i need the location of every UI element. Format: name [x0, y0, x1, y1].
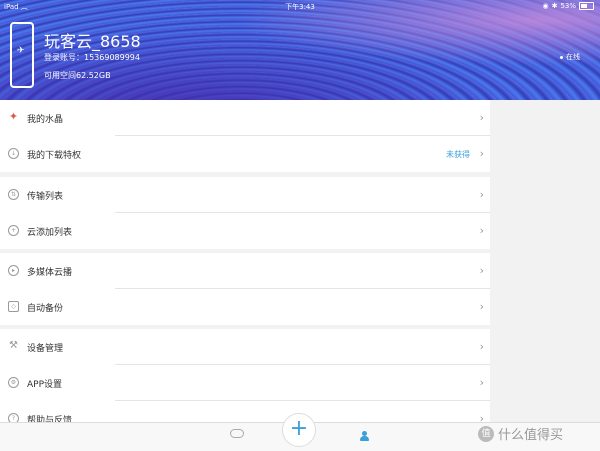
tab-profile-icon[interactable] — [360, 431, 369, 441]
backup-icon: ◇ — [8, 301, 19, 312]
menu-item-label: 我的水晶 — [27, 115, 64, 125]
menu-item-label: 帮助与反馈 — [27, 416, 73, 422]
cloud-add-icon: + — [8, 225, 19, 236]
battery-percent: 53% — [560, 2, 576, 10]
online-dot-icon — [560, 55, 563, 59]
crystal-icon: ✦ — [8, 110, 19, 123]
settings-icon: ⚙ — [8, 377, 19, 388]
menu-group-3: ▸ 多媒体云播 › ◇ 自动备份 › — [0, 253, 490, 325]
menu-item-label: 自动备份 — [27, 304, 64, 314]
menu-item-label: 设备管理 — [27, 344, 64, 354]
status-time: 下午3:43 — [285, 3, 315, 11]
menu-item-download-privilege[interactable]: ↓ 我的下载特权 未获得 › — [0, 136, 490, 172]
menu-item-app-settings[interactable]: ⚙ APP设置 › — [0, 365, 490, 401]
watermark: 值 什么值得买 — [478, 424, 563, 443]
username: 玩客云_8658 — [44, 32, 141, 51]
menu-group-4: ⚒ 设备管理 › ⚙ APP设置 › ? 帮助与反馈 › — [0, 329, 490, 422]
profile-header: iPad ︵ 下午3:43 ◉ ✱ 53% ✈ 玩客云_8658 登录账号：15… — [0, 0, 600, 100]
chevron-right-icon: › — [479, 224, 484, 237]
menu-group-2: ⇅ 传输列表 › + 云添加列表 › — [0, 177, 490, 249]
chevron-right-icon: › — [479, 340, 484, 353]
right-blank-panel — [490, 100, 600, 422]
chevron-right-icon: › — [479, 147, 484, 160]
menu-item-help-feedback[interactable]: ? 帮助与反馈 › — [0, 401, 490, 422]
device-icon: ✈ — [10, 22, 34, 88]
menu-item-label: 多媒体云播 — [27, 268, 73, 278]
storage-available: 可用空间62.52GB — [44, 71, 111, 80]
chevron-right-icon: › — [479, 376, 484, 389]
menu-item-label: 云添加列表 — [27, 228, 73, 238]
chevron-right-icon: › — [479, 188, 484, 201]
menu-item-cloud-play[interactable]: ▸ 多媒体云播 › — [0, 253, 490, 289]
menu-item-cloud-add-list[interactable]: + 云添加列表 › — [0, 213, 490, 249]
status-bar: iPad ︵ 下午3:43 ◉ ✱ 53% — [0, 0, 600, 12]
chevron-right-icon: › — [479, 264, 484, 277]
menu-group-1: ✦ 我的水晶 › ↓ 我的下载特权 未获得 › — [0, 100, 490, 172]
menu-item-device-management[interactable]: ⚒ 设备管理 › — [0, 329, 490, 365]
account-number: 登录账号：15369089994 — [44, 53, 140, 62]
menu-item-transfer-list[interactable]: ⇅ 传输列表 › — [0, 177, 490, 213]
transfer-icon: ⇅ — [8, 189, 19, 200]
menu-item-auto-backup[interactable]: ◇ 自动备份 › — [0, 289, 490, 325]
watermark-logo-icon: 值 — [478, 425, 494, 442]
privilege-status-badge: 未获得 — [446, 150, 470, 159]
menu-item-label: 我的下载特权 — [27, 151, 82, 161]
wrench-icon: ⚒ — [9, 340, 18, 351]
menu-item-label: 传输列表 — [27, 192, 64, 202]
menu-item-crystal[interactable]: ✦ 我的水晶 › — [0, 100, 490, 136]
watermark-text: 什么值得买 — [498, 428, 564, 443]
chevron-right-icon: › — [479, 412, 484, 422]
bird-logo-icon: ✈ — [17, 46, 25, 56]
lock-rotation-icon: ◉ — [542, 2, 549, 10]
chevron-right-icon: › — [479, 300, 484, 313]
cloud-play-icon: ▸ — [8, 265, 19, 276]
download-privilege-icon: ↓ — [8, 148, 19, 159]
bluetooth-icon: ✱ — [551, 2, 558, 10]
menu-item-label: APP设置 — [27, 380, 63, 390]
chevron-right-icon: › — [479, 111, 484, 124]
tab-cloud-icon[interactable] — [230, 429, 244, 438]
online-status: 在线 — [560, 52, 580, 62]
add-button[interactable]: + — [282, 413, 316, 447]
battery-icon — [579, 2, 594, 10]
help-icon: ? — [8, 413, 19, 422]
